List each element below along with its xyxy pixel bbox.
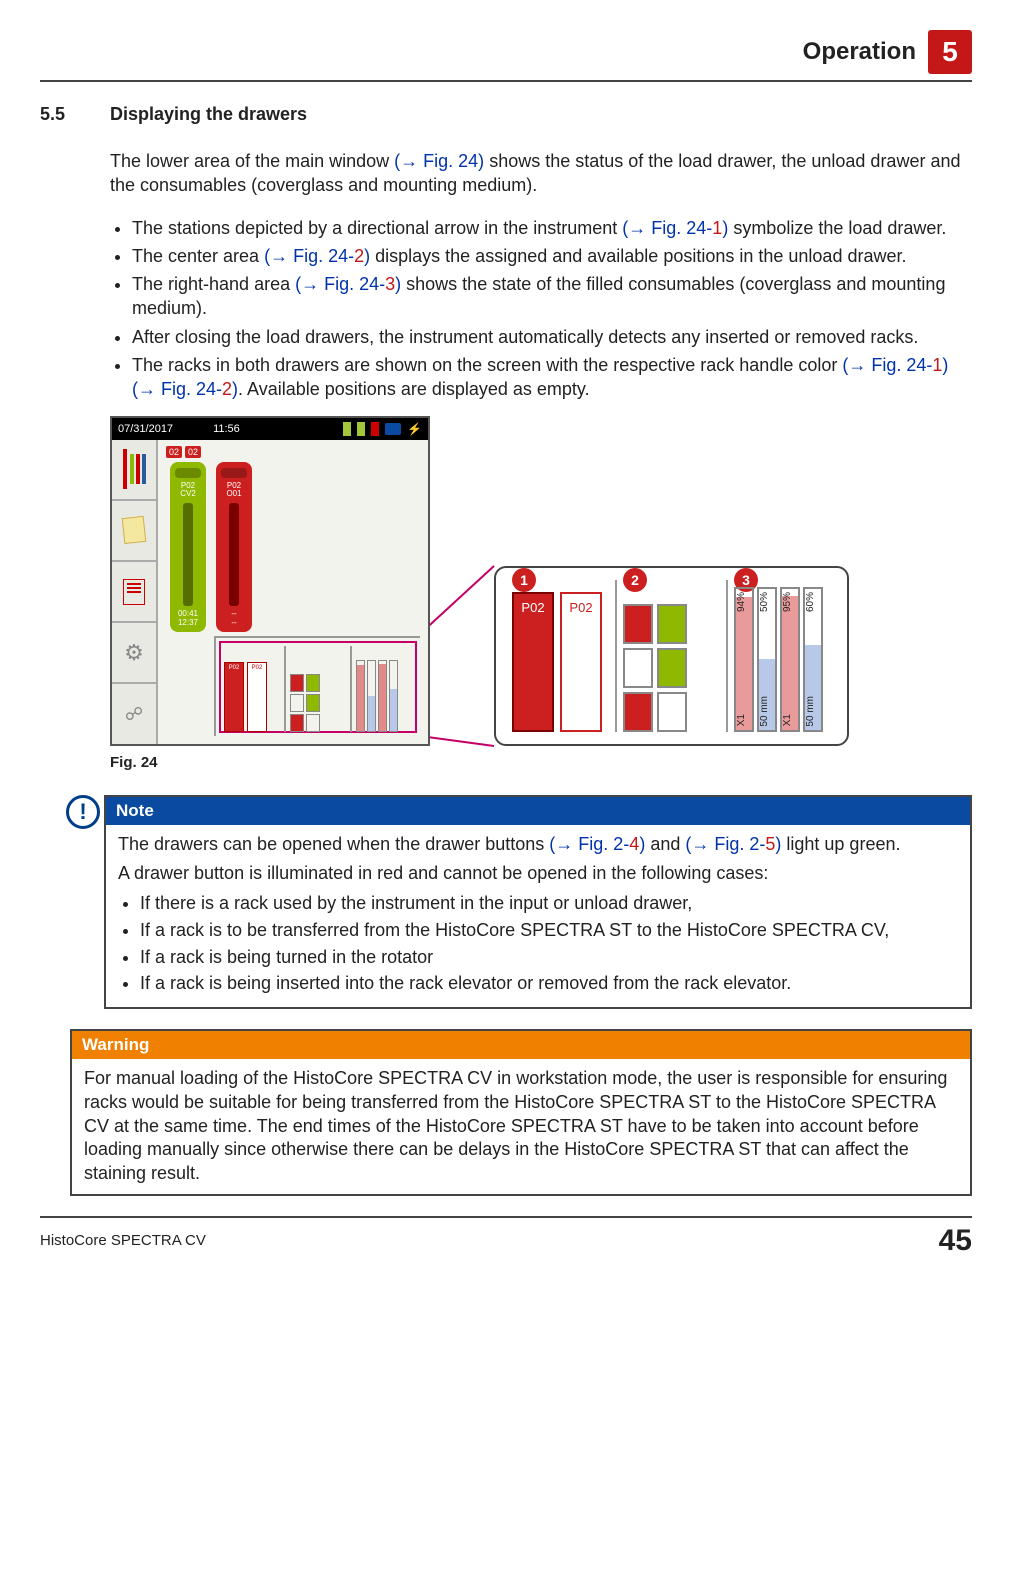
intro-paragraph: The lower area of the main window (→ Fig… — [110, 149, 972, 198]
list-item: The center area (→ Fig. 24-2) displays t… — [132, 244, 972, 268]
header-title: Operation — [803, 38, 916, 66]
info-icon: ! — [66, 795, 100, 829]
bar-top-label: 95% — [782, 592, 798, 612]
list-item: After closing the load drawers, the inst… — [132, 325, 972, 349]
topbar-badge-icon — [385, 423, 401, 435]
drawer-status-area: P02 P02 — [214, 636, 420, 736]
note-subhead: A drawer button is illuminated in red an… — [118, 862, 958, 886]
badge: 02 — [166, 446, 182, 458]
callout-marker-2: 2 — [623, 568, 647, 592]
mini-consumables — [352, 646, 416, 732]
warning-callout: ! Warning For manual loading of the Hist… — [110, 1029, 972, 1196]
bar-bottom-label: X1 — [782, 714, 798, 726]
screen-sidebar: ⚙ ☍ — [112, 440, 158, 744]
intro-ref: (→ Fig. 24) — [394, 151, 484, 171]
feature-list: The stations depicted by a directional a… — [110, 216, 972, 402]
section-number: 5.5 — [40, 104, 110, 125]
rack-label: P02 — [566, 600, 596, 615]
list-item: If there is a rack used by the instrumen… — [140, 892, 958, 916]
list-item: The racks in both drawers are shown on t… — [132, 353, 972, 402]
note-body: The drawers can be opened when the drawe… — [106, 825, 970, 1008]
list-item: The right-hand area (→ Fig. 24-3) shows … — [132, 272, 972, 321]
figure-caption: Fig. 24 — [110, 754, 972, 771]
bar-top-label: 50% — [759, 592, 775, 612]
callout-marker-1: 1 — [512, 568, 536, 592]
screen-topbar: 07/31/2017 11:56 ⚡ — [112, 418, 428, 440]
note-title: Note — [106, 797, 970, 825]
footer-product: HistoCore SPECTRA CV — [40, 1232, 206, 1249]
warning-body: For manual loading of the HistoCore SPEC… — [72, 1059, 970, 1194]
page-footer: HistoCore SPECTRA CV 45 — [40, 1216, 972, 1258]
list-item: If a rack is being inserted into the rac… — [140, 972, 958, 996]
consumable-bar: 50% 50 mm — [757, 587, 777, 732]
consumable-bar: 95% X1 — [780, 587, 800, 732]
zoom-col-consumables: 3 94%X150%50 mm95%X160%50 mm — [728, 580, 837, 732]
sidebar-note-button[interactable] — [112, 501, 156, 562]
bar-bottom-label: 50 mm — [805, 696, 821, 727]
rack-label: P02 — [518, 600, 548, 615]
sidebar-racks-button[interactable] — [112, 440, 156, 501]
list-item: If a rack is to be transferred from the … — [140, 919, 958, 943]
unload-grid — [623, 604, 687, 732]
mini-unload-drawer — [286, 646, 352, 732]
section-title: Displaying the drawers — [110, 104, 307, 125]
bar-bottom-label: 50 mm — [759, 696, 775, 727]
section-heading: 5.5 Displaying the drawers — [40, 104, 972, 125]
document-icon — [123, 579, 145, 605]
bolt-icon: ⚡ — [407, 422, 422, 436]
screen-time: 11:56 — [213, 423, 240, 435]
page-header: Operation 5 — [40, 30, 972, 82]
topbar-rack-icon — [357, 422, 365, 436]
sidebar-settings-button[interactable]: ⚙ — [112, 623, 156, 684]
consumable-bar: 60% 50 mm — [803, 587, 823, 732]
sidebar-doc-button[interactable] — [112, 562, 156, 623]
list-item: If a rack is being turned in the rotator — [140, 946, 958, 970]
mini-load-drawer: P02 P02 — [220, 646, 286, 732]
bar-top-label: 60% — [805, 592, 821, 612]
zoom-col-load: 1 P02 P02 — [506, 580, 617, 732]
bar-top-label: 94% — [736, 592, 752, 612]
big-rack-green[interactable]: P02CV2 00:4112:37 — [170, 462, 206, 632]
badge: 02 — [185, 446, 201, 458]
list-item: The stations depicted by a directional a… — [132, 216, 972, 240]
consumable-bar: 94% X1 — [734, 587, 754, 732]
footer-page: 45 — [939, 1224, 972, 1258]
gear-icon: ⚙ — [124, 640, 144, 666]
instrument-screenshot: 07/31/2017 11:56 ⚡ — [110, 416, 430, 746]
topbar-rack-icon — [371, 422, 379, 436]
zoom-detail-panel: 1 P02 P02 2 3 94%X150%50 mm95%X160%50 mm — [494, 566, 849, 746]
big-rack-red[interactable]: P02O01 ---- — [216, 462, 252, 632]
bar-bottom-label: X1 — [736, 714, 752, 726]
sidebar-service-button[interactable]: ☍ — [112, 684, 156, 743]
note-callout: ! Note The drawers can be opened when th… — [110, 795, 972, 1010]
service-icon: ☍ — [125, 704, 143, 725]
rack-count-badges: 02 02 — [166, 446, 420, 458]
screen-main: 02 02 P02CV2 00:4112:37 P02O01 — [158, 440, 428, 744]
note-list: If there is a rack used by the instrumen… — [118, 892, 958, 996]
topbar-rack-icon — [343, 422, 351, 436]
chapter-badge: 5 — [928, 30, 972, 74]
note-icon — [122, 516, 147, 544]
screen-date: 07/31/2017 — [118, 423, 173, 435]
figure-24: 07/31/2017 11:56 ⚡ — [110, 416, 850, 746]
intro-pre: The lower area of the main window — [110, 151, 394, 171]
zoom-col-unload: 2 — [617, 580, 728, 732]
warning-title: Warning — [72, 1031, 970, 1059]
